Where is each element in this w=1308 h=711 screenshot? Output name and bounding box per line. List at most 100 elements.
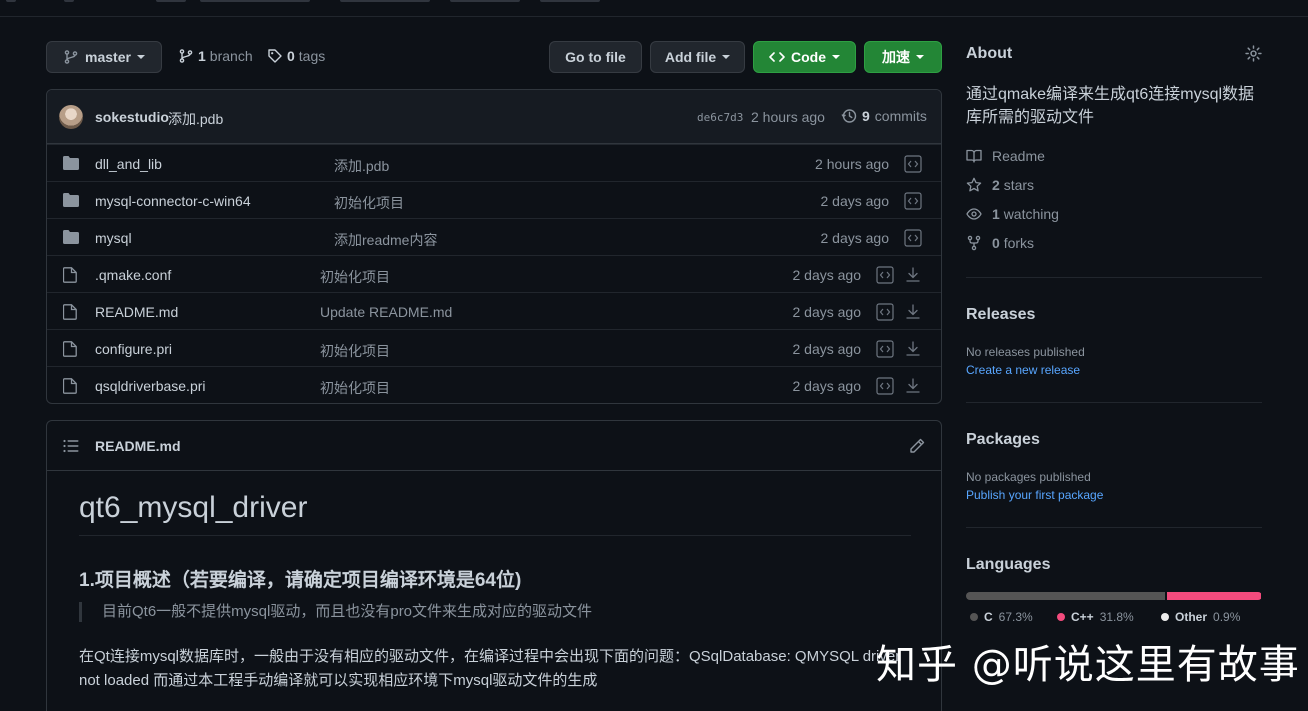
- view-code-icon[interactable]: [876, 377, 894, 395]
- chevron-down-icon: [722, 55, 731, 59]
- latest-commit-bar: sokestudio 添加.pdb de6c7d3 2 hours ago 9 …: [47, 90, 941, 144]
- forks-word: forks: [1003, 235, 1035, 251]
- branch-name: master: [85, 49, 131, 65]
- file-commit-message[interactable]: 初始化项目: [320, 341, 390, 361]
- view-code-icon[interactable]: [904, 229, 922, 247]
- add-file-label: Add file: [664, 49, 717, 65]
- file-name[interactable]: README.md: [95, 304, 178, 320]
- file-row[interactable]: qsqldriverbase.pri 初始化项目 2 days ago: [47, 366, 941, 403]
- file-name[interactable]: configure.pri: [95, 341, 172, 357]
- file-row[interactable]: README.md Update README.md 2 days ago: [47, 292, 941, 329]
- speedup-label: 加速: [882, 49, 910, 65]
- forks-link[interactable]: 0 forks: [966, 235, 1034, 251]
- branches-link[interactable]: 1 branch: [178, 48, 253, 64]
- list-icon[interactable]: [63, 439, 79, 453]
- view-code-icon[interactable]: [876, 303, 894, 321]
- readme-quote: 目前Qt6一般不提供mysql驱动，而且也没有pro文件来生成对应的驱动文件: [79, 602, 592, 622]
- chevron-down-icon: [832, 55, 840, 59]
- file-row[interactable]: .qmake.conf 初始化项目 2 days ago: [47, 255, 941, 292]
- languages-bar: [966, 592, 1262, 600]
- tags-link[interactable]: 0 tags: [267, 48, 325, 64]
- language-item[interactable]: C++ 31.8%: [1057, 610, 1134, 624]
- commits-link[interactable]: 9 commits: [841, 108, 927, 124]
- speedup-button[interactable]: 加速: [864, 41, 942, 73]
- file-icon: [63, 341, 77, 357]
- watermark-text: 知乎 @听说这里有故事: [876, 642, 1300, 688]
- create-release-link[interactable]: Create a new release: [966, 363, 1080, 377]
- tag-icon: [268, 49, 282, 63]
- file-row[interactable]: configure.pri 初始化项目 2 days ago: [47, 329, 941, 366]
- avatar[interactable]: [59, 105, 83, 129]
- file-commit-message[interactable]: Update README.md: [320, 304, 452, 320]
- file-age: 2 days ago: [820, 193, 890, 209]
- branch-select-button[interactable]: master: [46, 41, 162, 73]
- file-commit-message[interactable]: 初始化项目: [334, 193, 404, 213]
- go-to-file-button[interactable]: Go to file: [549, 41, 642, 73]
- stars-word: stars: [1003, 177, 1035, 193]
- git-branch-icon: [179, 49, 193, 63]
- language-dot: [970, 613, 978, 621]
- fork-icon: [967, 235, 981, 251]
- commit-author[interactable]: sokestudio: [95, 109, 169, 125]
- chevron-down-icon: [136, 55, 145, 59]
- watching-count: 1: [992, 206, 1000, 222]
- file-name[interactable]: mysql: [95, 230, 132, 246]
- history-icon: [841, 109, 857, 123]
- branch-count: 1: [198, 48, 206, 64]
- file-name[interactable]: .qmake.conf: [95, 267, 171, 283]
- language-percent: 67.3%: [998, 610, 1033, 624]
- file-name[interactable]: mysql-connector-c-win64: [95, 193, 251, 209]
- file-row[interactable]: dll_and_lib 添加.pdb 2 hours ago: [47, 144, 941, 181]
- languages-title: Languages: [966, 556, 1051, 573]
- file-commit-message[interactable]: 初始化项目: [320, 378, 390, 398]
- top-header-strip: [0, 0, 1308, 17]
- packages-empty-text: No packages published: [966, 470, 1091, 484]
- download-icon[interactable]: [905, 303, 921, 321]
- releases-title[interactable]: Releases: [966, 306, 1035, 324]
- code-icon: [769, 52, 785, 62]
- download-icon[interactable]: [905, 377, 921, 395]
- commit-message[interactable]: 添加.pdb: [168, 109, 223, 129]
- file-age: 2 days ago: [792, 267, 862, 283]
- view-code-icon[interactable]: [904, 155, 922, 173]
- watching-link[interactable]: 1 watching: [966, 206, 1059, 222]
- file-name[interactable]: qsqldriverbase.pri: [95, 378, 206, 394]
- file-icon: [63, 267, 77, 283]
- add-file-button[interactable]: Add file: [650, 41, 745, 73]
- language-item[interactable]: Other 0.9%: [1161, 610, 1240, 624]
- packages-title[interactable]: Packages: [966, 431, 1040, 449]
- file-row[interactable]: mysql 添加readme内容 2 days ago: [47, 218, 941, 255]
- readme-header: README.md: [47, 421, 941, 471]
- language-item[interactable]: C 67.3%: [970, 610, 1033, 624]
- book-icon: [966, 149, 982, 163]
- readme-filename[interactable]: README.md: [95, 438, 181, 454]
- file-commit-message[interactable]: 添加readme内容: [334, 230, 437, 250]
- file-commit-message[interactable]: 初始化项目: [320, 267, 390, 287]
- eye-icon: [966, 208, 982, 220]
- code-button[interactable]: Code: [753, 41, 856, 73]
- view-code-icon[interactable]: [876, 340, 894, 358]
- view-code-icon[interactable]: [904, 192, 922, 210]
- view-code-icon[interactable]: [876, 266, 894, 284]
- commit-sha[interactable]: de6c7d3: [697, 111, 743, 124]
- language-bar-segment: [966, 592, 1166, 600]
- stars-count: 2: [992, 177, 1000, 193]
- file-name[interactable]: dll_and_lib: [95, 156, 162, 172]
- gear-icon[interactable]: [1245, 45, 1262, 62]
- cut-off-breadcrumb: [0, 0, 620, 4]
- download-icon[interactable]: [905, 266, 921, 284]
- download-icon[interactable]: [905, 340, 921, 358]
- divider: [966, 277, 1262, 278]
- stars-link[interactable]: 2 stars: [966, 177, 1034, 193]
- folder-icon: [63, 230, 79, 244]
- readme-link[interactable]: Readme: [966, 148, 1045, 164]
- publish-package-link[interactable]: Publish your first package: [966, 488, 1103, 502]
- language-name: C: [984, 610, 993, 624]
- file-commit-message[interactable]: 添加.pdb: [334, 156, 389, 176]
- language-name: Other: [1175, 610, 1208, 624]
- language-name: C++: [1071, 610, 1094, 624]
- file-browser: sokestudio 添加.pdb de6c7d3 2 hours ago 9 …: [46, 89, 942, 404]
- file-row[interactable]: mysql-connector-c-win64 初始化项目 2 days ago: [47, 181, 941, 218]
- tag-word: tags: [298, 48, 326, 64]
- pencil-icon[interactable]: [909, 438, 925, 454]
